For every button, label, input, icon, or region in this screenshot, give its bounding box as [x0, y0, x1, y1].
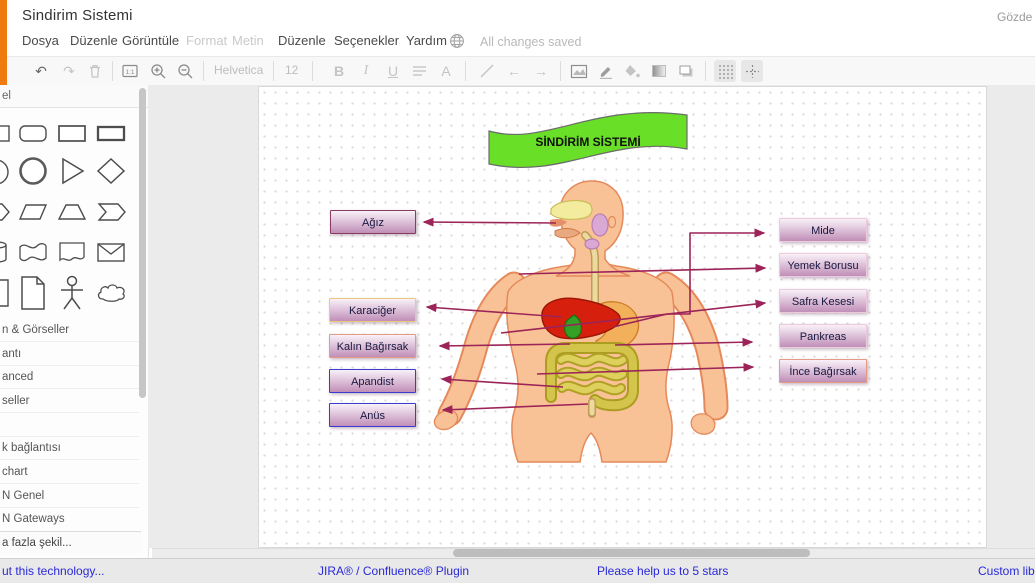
label-yemek-borusu[interactable]: Yemek Borusu [779, 253, 867, 277]
shape-rectangle-cut[interactable] [0, 121, 12, 147]
shape-cylinder-cut[interactable] [0, 238, 12, 264]
line-icon [476, 60, 498, 82]
sidebar-section-bpmn-gateways[interactable]: N Gateways [0, 508, 139, 531]
label-karaciger[interactable]: Karaciğer [329, 298, 416, 322]
shape-triangle[interactable] [56, 155, 88, 187]
shape-diamond[interactable] [95, 155, 127, 187]
footer-link-jira-plugin[interactable]: JIRA® / Confluence® Plugin [318, 564, 469, 578]
toolbar-separator [560, 61, 561, 81]
undo-icon[interactable]: ↶ [30, 60, 52, 82]
shape-cloud[interactable] [95, 281, 127, 307]
banner-title[interactable]: SİNDİRİM SİSTEMİ [489, 129, 687, 155]
guides-icon[interactable] [741, 60, 763, 82]
save-status: All changes saved [480, 35, 581, 49]
menu-options[interactable]: Seçenekler [334, 33, 399, 48]
shape-rectangle[interactable] [56, 121, 88, 147]
toolbar-separator [465, 61, 466, 81]
menu-edit[interactable]: Düzenle [70, 33, 118, 48]
sidebar-section-images[interactable]: n & Görseller [0, 319, 139, 342]
footer-link-custom-libraries[interactable]: Custom libr [978, 564, 1035, 578]
sidebar-section-bpmn-general[interactable]: N Genel [0, 485, 139, 508]
menu-text: Metin [232, 33, 264, 48]
shape-section-header[interactable]: el [0, 85, 148, 108]
toolbar-separator [705, 61, 706, 81]
shape-step[interactable] [95, 199, 127, 225]
label-agiz[interactable]: Ağız [330, 210, 416, 234]
image-icon[interactable] [568, 60, 590, 82]
shape-process[interactable] [95, 121, 127, 147]
globe-icon[interactable] [449, 33, 465, 54]
sidebar-section-visuals[interactable]: seller [0, 390, 139, 413]
menu-view[interactable]: Görüntüle [122, 33, 179, 48]
toolbar-separator [112, 61, 113, 81]
font-size-select: 12 [285, 63, 298, 77]
document-title[interactable]: Sindirim Sistemi [22, 7, 133, 24]
menu-file[interactable]: Dosya [22, 33, 59, 48]
sidebar-section-flowchart[interactable]: chart [0, 461, 139, 484]
font-color-icon: A [435, 60, 457, 82]
italic-icon: I [355, 60, 377, 82]
sidebar-section-blank[interactable] [0, 414, 139, 437]
footer-link-rate-us[interactable]: Please help us to 5 stars [597, 564, 728, 578]
shape-chevron-cut[interactable] [0, 199, 12, 225]
shape-rounded-rectangle[interactable] [17, 121, 49, 147]
shape-sidebar: el n [0, 85, 149, 558]
menu-help[interactable]: Yardım [406, 33, 447, 48]
toolbar-separator [312, 61, 313, 81]
footer-bar: ut this technology... JIRA® / Confluence… [0, 558, 1035, 583]
sidebar-section-link[interactable]: antı [0, 343, 139, 366]
label-mide[interactable]: Mide [779, 218, 867, 242]
label-anus[interactable]: Anüs [329, 403, 416, 427]
arrow-agiz[interactable] [424, 222, 556, 223]
label-ince-bagirsak[interactable]: İnce Bağırsak [779, 359, 867, 383]
shape-actor[interactable] [56, 274, 88, 312]
arrow-left-icon: ← [503, 60, 525, 82]
grid-icon[interactable] [714, 60, 736, 82]
label-apandist[interactable]: Apandist [329, 369, 416, 393]
shape-wave[interactable] [17, 238, 49, 264]
fit-page-icon[interactable]: 1:1 [119, 60, 141, 82]
sidebar-section-network[interactable]: k bağlantısı [0, 437, 139, 460]
shape-trapezoid[interactable] [56, 199, 88, 225]
accent-bar [0, 0, 7, 85]
sidebar-section-advanced[interactable]: anced [0, 366, 139, 389]
arrow-right-icon: → [530, 60, 552, 82]
bold-icon: B [328, 60, 350, 82]
shape-ellipse-cut[interactable] [0, 157, 12, 183]
menu-arrange[interactable]: Düzenle [278, 33, 326, 48]
menu-format: Format [186, 33, 227, 48]
shadow-icon [675, 60, 697, 82]
gradient-icon [648, 60, 670, 82]
user-name[interactable]: Gözde Y [997, 10, 1035, 24]
shape-document[interactable] [56, 238, 88, 264]
more-shapes-button[interactable]: a fazla şekil... [0, 531, 141, 554]
shape-circle[interactable] [17, 155, 49, 187]
underline-icon: U [382, 60, 404, 82]
shape-card-cut[interactable] [0, 276, 12, 302]
shape-palette [0, 111, 139, 317]
toolbar-separator [273, 61, 274, 81]
trash-icon [84, 60, 106, 82]
shape-parallelogram[interactable] [17, 199, 49, 225]
font-family-select: Helvetica [214, 63, 263, 77]
zoom-out-icon[interactable] [174, 60, 196, 82]
shape-note[interactable] [17, 274, 49, 312]
app-window: Sindirim Sistemi Gözde Y Dosya Düzenle G… [0, 0, 1035, 583]
redo-icon: ↷ [58, 60, 80, 82]
toolbar: ↶ ↷ 1:1 Helvetica 12 B I U A ← → [7, 56, 1035, 86]
label-pankreas[interactable]: Pankreas [779, 324, 867, 348]
label-kalin-bagirsak[interactable]: Kalın Bağırsak [329, 334, 416, 358]
label-safra-kesesi[interactable]: Safra Kesesi [779, 289, 867, 313]
align-icon [408, 60, 430, 82]
footer-link-technology[interactable]: ut this technology... [2, 564, 105, 578]
shape-envelope[interactable] [95, 238, 127, 264]
canvas-hscrollbar-thumb[interactable] [453, 549, 810, 557]
sidebar-scrollbar[interactable] [139, 88, 146, 398]
svg-text:1:1: 1:1 [125, 69, 134, 76]
toolbar-separator [203, 61, 204, 81]
edit-style-icon[interactable] [595, 60, 617, 82]
zoom-in-icon[interactable] [147, 60, 169, 82]
fill-color-icon [621, 60, 643, 82]
